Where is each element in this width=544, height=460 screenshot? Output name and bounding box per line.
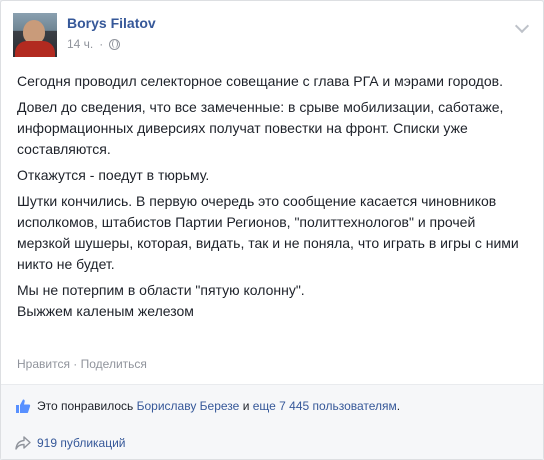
post-meta: 14 ч. · bbox=[67, 37, 121, 51]
globe-icon[interactable] bbox=[109, 38, 121, 50]
post-paragraph: Выжжем каленым железом bbox=[17, 303, 194, 319]
shares-summary[interactable]: 919 публикаций bbox=[1, 427, 543, 459]
post-header: Borys Filatov 14 ч. · bbox=[13, 13, 533, 57]
shares-count[interactable]: 919 публикаций bbox=[37, 436, 126, 450]
share-arrow-icon bbox=[15, 436, 31, 450]
likes-summary: Это понравилось Бориславу Березе и еще 7… bbox=[1, 385, 543, 427]
post-paragraph: Довел до сведения, что все замеченные: в… bbox=[17, 99, 504, 157]
other-likers-link[interactable]: еще 7 445 пользователям bbox=[253, 399, 397, 413]
like-link[interactable]: Нравится bbox=[17, 357, 70, 371]
share-link[interactable]: Поделиться bbox=[81, 357, 147, 371]
author-name[interactable]: Borys Filatov bbox=[67, 15, 156, 31]
likes-suffix: . bbox=[396, 399, 401, 413]
chevron-down-icon[interactable] bbox=[514, 18, 530, 34]
author-avatar[interactable] bbox=[13, 13, 57, 57]
post-time[interactable]: 14 ч. bbox=[67, 37, 93, 51]
post-paragraph: Сегодня проводил селекторное совещание с… bbox=[17, 73, 503, 89]
avatar-shirt bbox=[15, 41, 55, 57]
post-actions: Нравится · Поделиться bbox=[17, 357, 147, 371]
likes-prefix: Это понравилось bbox=[37, 399, 134, 413]
post-paragraph: Откажутся - поедут в тюрьму. bbox=[17, 167, 210, 183]
likes-conjunction: и bbox=[242, 399, 250, 413]
post-body: Сегодня проводил селекторное совещание с… bbox=[17, 71, 529, 327]
liker-name-link[interactable]: Бориславу Березе bbox=[137, 399, 240, 413]
meta-separator: · bbox=[99, 37, 104, 51]
post-card: Borys Filatov 14 ч. · Сегодня проводил с… bbox=[0, 0, 544, 460]
post-paragraph: Шутки кончились. В первую очередь это со… bbox=[17, 193, 519, 272]
actions-separator: · bbox=[73, 357, 78, 371]
post-paragraph: Мы не потерпим в области "пятую колонну"… bbox=[17, 282, 305, 298]
thumbs-up-icon[interactable] bbox=[15, 398, 31, 414]
